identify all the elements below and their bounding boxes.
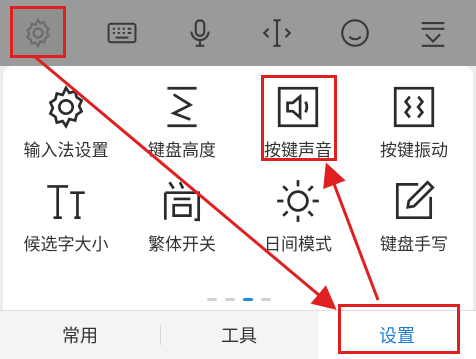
tab-tools[interactable]: 工具: [161, 311, 317, 359]
collapse-keyboard-icon: [421, 22, 445, 47]
handwriting-item[interactable]: 键盘手写: [355, 176, 473, 272]
grid-item-label: 键盘手写: [380, 235, 448, 255]
page-dot: [261, 298, 271, 301]
candidate-size-icon: [47, 185, 85, 220]
traditional-chinese-icon: [163, 181, 201, 222]
settings-toolbar-button[interactable]: [3, 0, 73, 66]
keyboard-height-item[interactable]: 键盘高度: [123, 82, 241, 178]
grid-item-label: 候选字大小: [23, 235, 109, 255]
traditional-chinese-item[interactable]: 繁体开关: [123, 176, 241, 272]
page-dot-active: [243, 298, 253, 301]
candidate-size-item[interactable]: 候选字大小: [7, 176, 125, 272]
grid-item-label: 繁体开关: [148, 235, 216, 255]
gear-icon: [25, 17, 51, 49]
key-vibration-icon: [393, 86, 435, 128]
page-dot: [225, 298, 235, 301]
input-method-settings-item[interactable]: 输入法设置: [7, 82, 125, 178]
emoji-icon: [341, 19, 369, 47]
cursor-icon: [262, 19, 292, 47]
tab-label: 常用: [62, 326, 98, 347]
settings-tab-highlight-box: [338, 304, 460, 354]
grid-item-label: 输入法设置: [23, 141, 109, 161]
handwriting-icon: [395, 180, 435, 220]
grid-item-label: 键盘高度: [148, 141, 216, 161]
key-vibration-item[interactable]: 按键振动: [355, 82, 473, 178]
page-dot: [207, 298, 217, 301]
sun-icon: [277, 180, 319, 222]
microphone-icon: [190, 19, 210, 47]
tab-label: 工具: [221, 326, 257, 347]
collapse-toolbar-button[interactable]: [398, 0, 468, 66]
cursor-toolbar-button[interactable]: [242, 0, 312, 66]
voice-toolbar-button[interactable]: [165, 0, 235, 66]
keyboard-height-icon: [167, 86, 197, 128]
keyboard-toolbar-button[interactable]: [87, 0, 157, 66]
grid-item-label: 日间模式: [264, 235, 332, 255]
tab-common[interactable]: 常用: [0, 311, 160, 359]
grid-item-label: 按键振动: [380, 141, 448, 161]
gear-icon: [48, 85, 84, 129]
keyboard-icon: [107, 22, 137, 44]
key-sound-highlight-box: [261, 75, 337, 161]
emoji-toolbar-button[interactable]: [320, 0, 390, 66]
day-mode-item[interactable]: 日间模式: [239, 176, 357, 272]
keyboard-toolbar: [0, 0, 476, 66]
